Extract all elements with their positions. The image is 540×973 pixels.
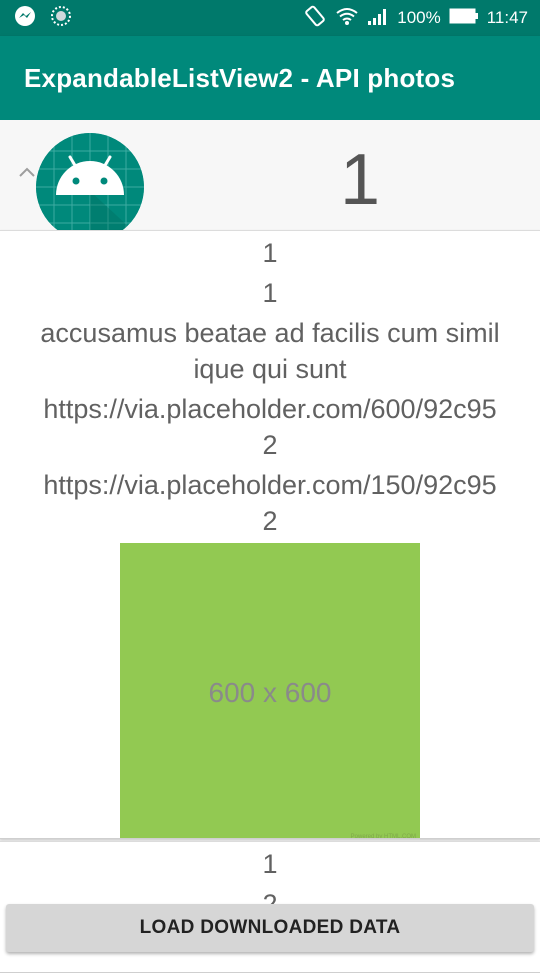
load-downloaded-data-button[interactable]: LOAD DOWNLOADED DATA bbox=[6, 904, 534, 952]
list-item[interactable]: 1 1 accusamus beatae ad facilis cum simi… bbox=[0, 230, 540, 839]
image-size-label: 600 x 600 bbox=[208, 677, 332, 708]
app-bar: ExpandableListView2 - API photos bbox=[0, 36, 540, 120]
group-header[interactable]: 1 bbox=[0, 120, 540, 241]
item-image: 600 x 600 Powered by HTML.COM bbox=[120, 543, 420, 839]
item-id: 1 bbox=[262, 278, 278, 308]
item-album-id: 1 bbox=[262, 238, 278, 268]
wifi-icon bbox=[335, 6, 359, 31]
item-thumbnail-url: https://via.placeholder.com/150/92c952 bbox=[43, 470, 497, 536]
battery-text: 100% bbox=[397, 8, 441, 27]
sync-icon bbox=[50, 5, 72, 32]
chevron-up-icon[interactable] bbox=[17, 165, 37, 179]
android-icon bbox=[36, 133, 144, 241]
app-title: ExpandableListView2 - API photos bbox=[24, 63, 456, 93]
group-title: 1 bbox=[339, 140, 381, 220]
rotate-icon bbox=[303, 4, 327, 33]
item-album-id: 1 bbox=[262, 849, 278, 879]
item-title: accusamus beatae ad facilis cum similiqu… bbox=[40, 318, 500, 384]
messenger-icon bbox=[14, 5, 36, 32]
clock: 11:47 bbox=[486, 8, 528, 27]
image-watermark: Powered by HTML.COM bbox=[350, 834, 416, 839]
signal-icon bbox=[367, 7, 389, 30]
battery-icon bbox=[449, 8, 479, 29]
status-bar: 100% 11:47 bbox=[0, 0, 540, 36]
item-url: https://via.placeholder.com/600/92c952 bbox=[43, 394, 497, 460]
